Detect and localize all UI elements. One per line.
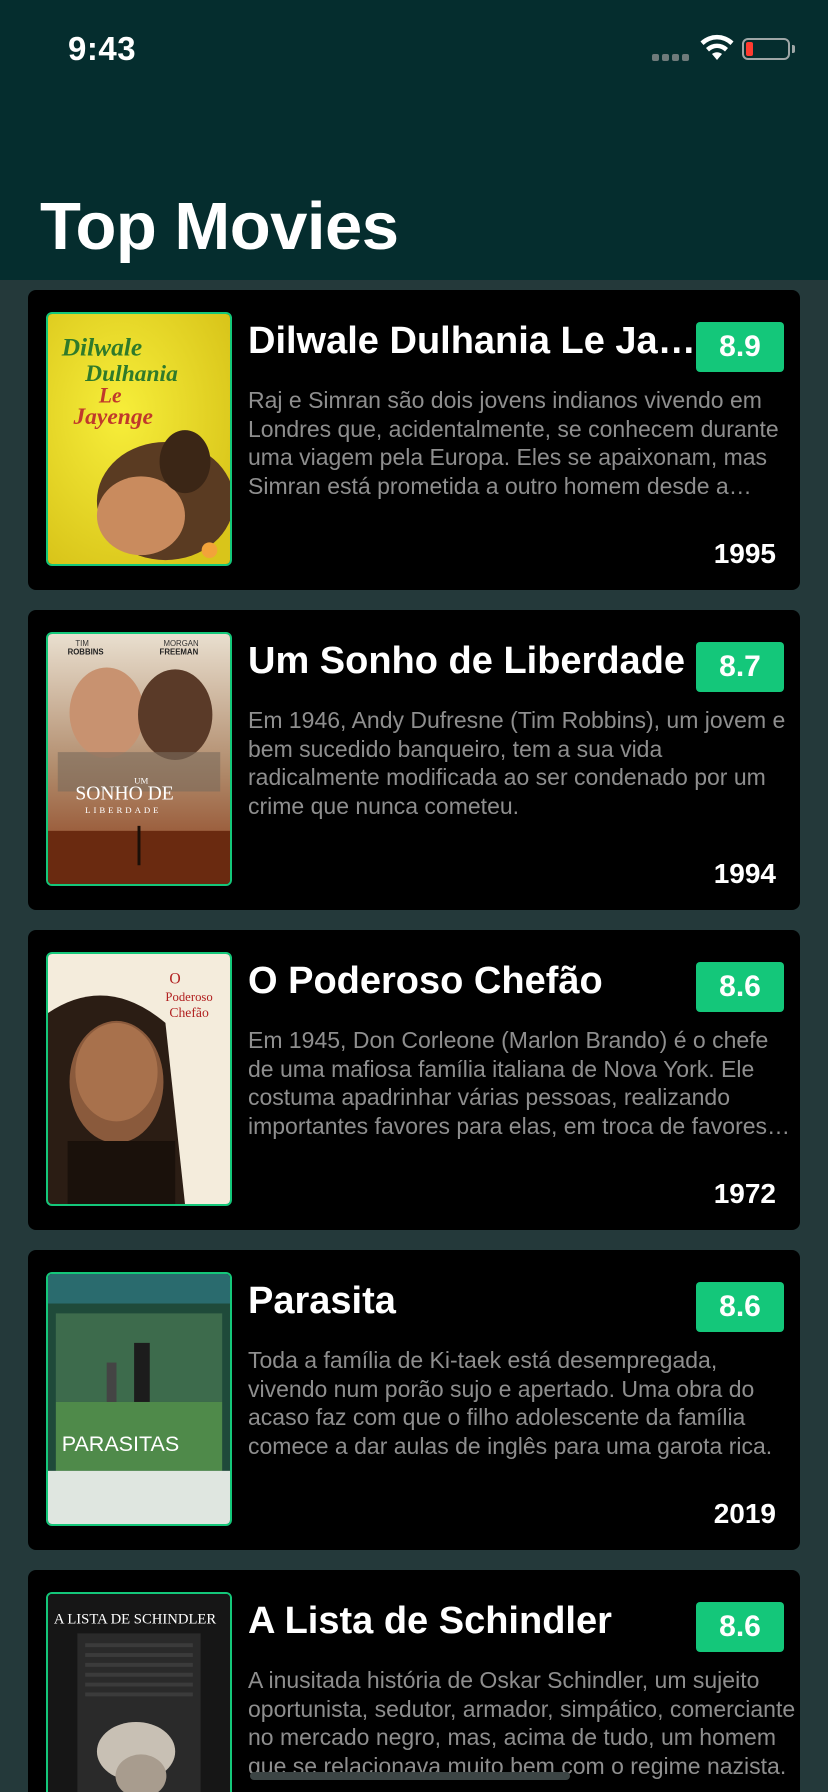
movie-card[interactable]: PARASITAS Parasita 8.6 Toda a família de… [28,1250,800,1550]
svg-text:A LISTA DE SCHINDLER: A LISTA DE SCHINDLER [54,1611,216,1627]
svg-text:Dilwale: Dilwale [61,332,143,361]
rating-badge: 8.6 [696,962,784,1012]
svg-text:FREEMAN: FREEMAN [160,648,199,657]
signal-icon [652,54,692,62]
movie-title: Dilwale Dulhania Le Jayenge [248,320,708,362]
movie-overview: A inusitada história de Oskar Schindler,… [248,1667,796,1779]
movie-poster: Dilwale Dulhania Le Jayenge [46,312,232,566]
movie-year: 1994 [713,858,776,889]
movie-overview: Em 1946, Andy Dufresne (Tim Robbins), um… [248,707,786,819]
movie-card[interactable]: A LISTA DE SCHINDLER A Lista de Schindle… [28,1570,800,1792]
movie-poster: A LISTA DE SCHINDLER [46,1592,232,1792]
movie-title: Parasita [248,1280,396,1322]
home-indicator[interactable] [250,1772,570,1780]
movie-poster: TIM ROBBINS MORGAN FREEMAN UM SONHO DE L… [46,632,232,886]
navigation-header: 9:43 Top Movies [0,0,828,280]
status-time: 9:43 [68,30,137,67]
rating-badge: 8.9 [696,322,784,372]
svg-text:MORGAN: MORGAN [163,639,199,648]
page-title: Top Movies [40,189,399,264]
movie-card[interactable]: TIM ROBBINS MORGAN FREEMAN UM SONHO DE L… [28,610,800,910]
svg-text:TIM: TIM [75,639,88,648]
screen: 9:43 Top Movies Dilwale Dulhania Le Jaye… [0,0,828,1792]
battery-icon [742,38,790,60]
svg-text:ROBBINS: ROBBINS [68,648,104,657]
svg-text:Poderoso: Poderoso [165,990,212,1004]
svg-text:PARASITAS: PARASITAS [62,1431,180,1456]
svg-text:O: O [169,970,180,987]
movie-year: 1995 [713,538,776,569]
movie-poster: O Poderoso Chefão [46,952,232,1206]
movie-card[interactable]: O Poderoso Chefão O Poderoso Chefão 8.6 … [28,930,800,1230]
rating-badge: 8.6 [696,1602,784,1652]
movie-title: A Lista de Schindler [248,1600,612,1642]
svg-text:SONHO DE: SONHO DE [75,783,173,804]
movie-overview: Toda a família de Ki-taek está desempreg… [248,1347,773,1459]
movie-overview: Em 1945, Don Corleone (Marlon Brando) é … [248,1027,769,1139]
movie-title: Um Sonho de Liberdade [248,640,686,682]
movie-card[interactable]: Dilwale Dulhania Le Jayenge Dilwale Dulh… [28,290,800,590]
rating-badge: 8.6 [696,1282,784,1332]
wifi-icon [700,34,734,62]
svg-text:LIBERDADE: LIBERDADE [85,805,161,815]
movie-poster: PARASITAS [46,1272,232,1526]
movie-year: 1972 [713,1178,776,1209]
movie-year: 2019 [713,1498,776,1529]
movie-title: O Poderoso Chefão [248,960,603,1002]
svg-text:Jayenge: Jayenge [72,404,153,430]
movie-overview: Raj e Simran são dois jovens indianos vi… [248,387,779,499]
battery-cap [792,45,795,53]
rating-badge: 8.7 [696,642,784,692]
svg-text:Chefão: Chefão [169,1005,209,1020]
